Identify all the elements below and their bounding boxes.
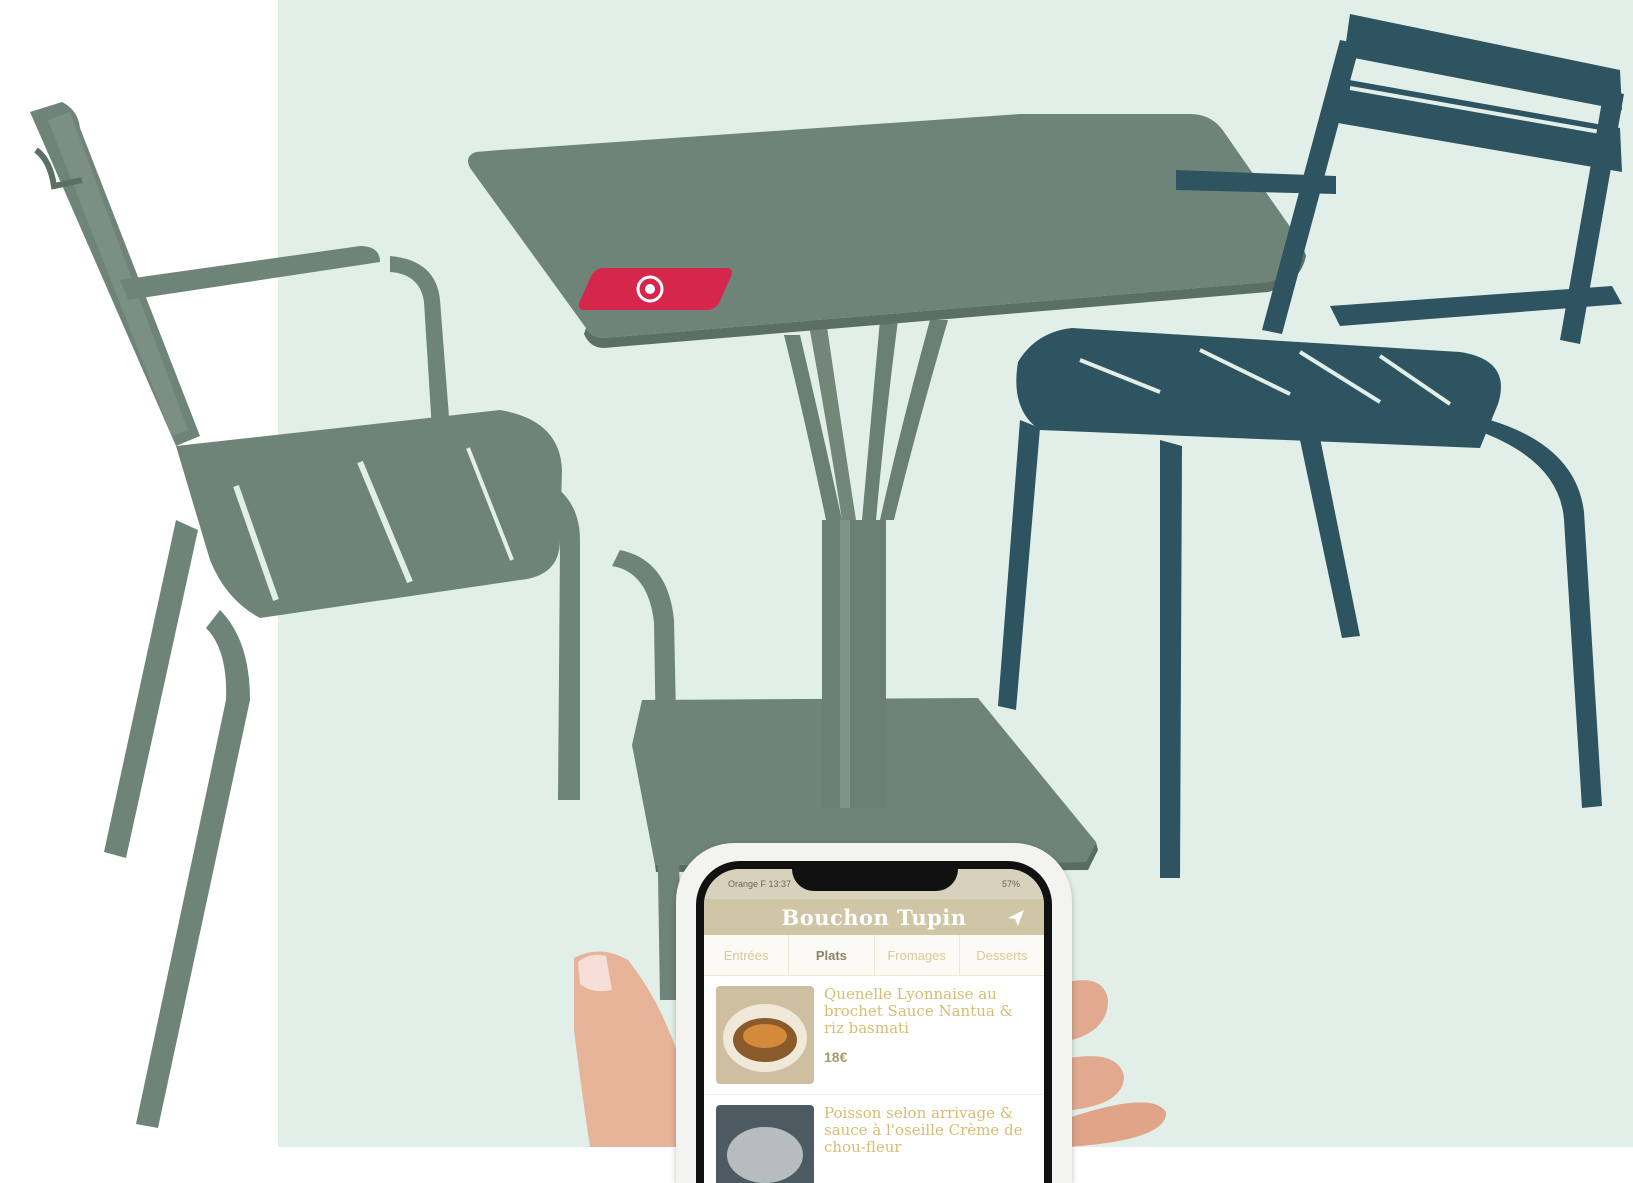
tab-entrees[interactable]: Entrées <box>704 935 790 975</box>
app-header: Bouchon Tupin <box>704 899 1044 935</box>
dish-name: Poisson selon arrivage & sauce à l'oseil… <box>824 1104 1023 1156</box>
paper-plane-icon[interactable] <box>1006 908 1026 928</box>
list-item[interactable]: Quenelle Lyonnaise au brochet Sauce Nant… <box>704 976 1044 1095</box>
dish-name: Quenelle Lyonnaise au brochet Sauce Nant… <box>824 985 1013 1037</box>
dish-photo <box>716 1105 814 1183</box>
phone-screen: Orange F 13:37 57% Bouchon Tupin Entrées… <box>704 869 1044 1183</box>
list-item[interactable]: Poisson selon arrivage & sauce à l'oseil… <box>704 1095 1044 1183</box>
dish-price: 18€ <box>824 1049 848 1065</box>
phone-notch <box>792 861 958 891</box>
dish-photo <box>716 986 814 1084</box>
smartphone: Orange F 13:37 57% Bouchon Tupin Entrées… <box>676 843 1072 1183</box>
status-left: Orange F 13:37 <box>728 879 792 889</box>
tab-desserts[interactable]: Desserts <box>960 935 1044 975</box>
app-title: Bouchon Tupin <box>781 904 967 930</box>
phone-bezel: Orange F 13:37 57% Bouchon Tupin Entrées… <box>696 861 1052 1183</box>
menu-tabs: Entrées Plats Fromages Desserts <box>704 935 1044 976</box>
tab-fromages[interactable]: Fromages <box>875 935 960 975</box>
tab-plats[interactable]: Plats <box>789 935 875 975</box>
status-right: 57% <box>1001 879 1020 889</box>
